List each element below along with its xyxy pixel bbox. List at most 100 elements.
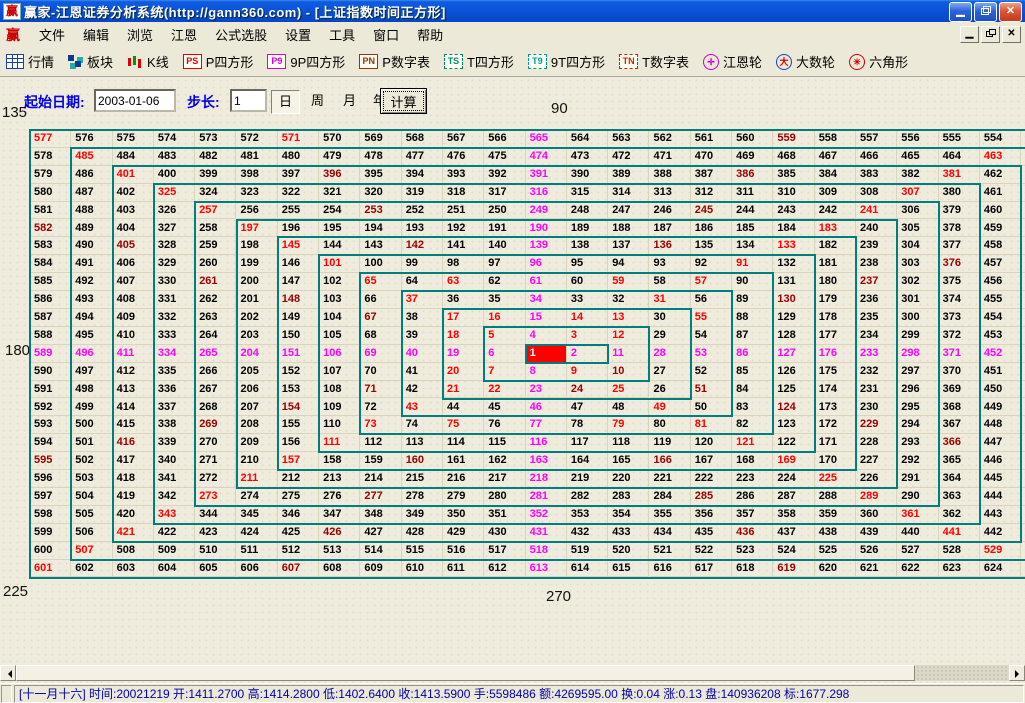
grid-cell[interactable]: 87 — [732, 327, 773, 345]
grid-cell[interactable]: 80 — [650, 416, 691, 434]
grid-cell[interactable]: 127 — [773, 345, 814, 363]
grid-cell[interactable]: 479 — [319, 148, 360, 166]
grid-cell[interactable]: 460 — [980, 202, 1021, 220]
grid-cell[interactable]: 366 — [939, 434, 980, 452]
grid-cell[interactable]: 290 — [897, 488, 938, 506]
grid-cell[interactable]: 83 — [732, 399, 773, 417]
grid-cell[interactable]: 5 — [484, 327, 525, 345]
grid-cell[interactable]: 139 — [526, 237, 567, 255]
grid-cell[interactable]: 189 — [567, 220, 608, 238]
grid-cell[interactable]: 97 — [484, 255, 525, 273]
grid-cell[interactable]: 223 — [732, 470, 773, 488]
grid-cell[interactable]: 44 — [443, 399, 484, 417]
grid-cell[interactable]: 358 — [773, 506, 814, 524]
grid-cell[interactable]: 586 — [30, 291, 71, 309]
grid-cell[interactable]: 521 — [650, 542, 691, 560]
grid-cell[interactable]: 214 — [360, 470, 401, 488]
grid-cell[interactable]: 429 — [443, 524, 484, 542]
grid-cell[interactable]: 148 — [278, 291, 319, 309]
grid-cell[interactable]: 356 — [691, 506, 732, 524]
menu-item-6[interactable]: 工具 — [320, 26, 364, 45]
grid-cell[interactable]: 243 — [773, 202, 814, 220]
grid-cell[interactable]: 391 — [526, 166, 567, 184]
grid-cell[interactable]: 26 — [650, 381, 691, 399]
grid-cell[interactable]: 307 — [897, 184, 938, 202]
grid-cell[interactable]: 255 — [278, 202, 319, 220]
grid-cell[interactable]: 96 — [526, 255, 567, 273]
grid-cell[interactable]: 31 — [650, 291, 691, 309]
grid-cell[interactable]: 193 — [402, 220, 443, 238]
grid-cell[interactable]: 593 — [30, 416, 71, 434]
grid-cell[interactable]: 134 — [732, 237, 773, 255]
grid-cell[interactable]: 52 — [691, 363, 732, 381]
grid-cell[interactable]: 569 — [360, 130, 401, 148]
grid-cell[interactable]: 561 — [691, 130, 732, 148]
grid-cell[interactable]: 352 — [526, 506, 567, 524]
grid-cell[interactable]: 172 — [815, 416, 856, 434]
grid-cell[interactable]: 208 — [237, 416, 278, 434]
grid-cell[interactable]: 355 — [650, 506, 691, 524]
grid-cell[interactable]: 58 — [650, 273, 691, 291]
grid-cell[interactable]: 506 — [71, 524, 112, 542]
grid-cell[interactable]: 62 — [484, 273, 525, 291]
grid-cell[interactable]: 426 — [319, 524, 360, 542]
grid-cell[interactable]: 511 — [237, 542, 278, 560]
grid-cell[interactable]: 266 — [195, 363, 236, 381]
grid-cell[interactable]: 37 — [402, 291, 443, 309]
grid-cell[interactable]: 60 — [567, 273, 608, 291]
grid-cell[interactable]: 510 — [195, 542, 236, 560]
grid-cell[interactable]: 131 — [773, 273, 814, 291]
grid-cell[interactable]: 305 — [897, 220, 938, 238]
period-button-月[interactable]: 月 — [336, 90, 363, 112]
grid-cell[interactable]: 104 — [319, 309, 360, 327]
grid-cell[interactable]: 45 — [484, 399, 525, 417]
grid-cell[interactable]: 410 — [113, 327, 154, 345]
grid-cell[interactable]: 581 — [30, 202, 71, 220]
grid-cell[interactable]: 260 — [195, 255, 236, 273]
grid-cell[interactable]: 524 — [773, 542, 814, 560]
grid-cell[interactable]: 331 — [154, 291, 195, 309]
grid-cell[interactable]: 218 — [526, 470, 567, 488]
grid-cell[interactable]: 30 — [650, 309, 691, 327]
grid-cell[interactable]: 415 — [113, 416, 154, 434]
grid-cell[interactable]: 610 — [402, 560, 443, 578]
grid-cell[interactable]: 534 — [1021, 470, 1025, 488]
grid-cell[interactable]: 512 — [278, 542, 319, 560]
grid-cell[interactable]: 21 — [443, 381, 484, 399]
grid-cell[interactable]: 443 — [980, 506, 1021, 524]
grid-cell[interactable]: 25 — [608, 381, 649, 399]
grid-cell[interactable]: 280 — [484, 488, 525, 506]
grid-cell[interactable]: 459 — [980, 220, 1021, 238]
grid-cell[interactable]: 51 — [691, 381, 732, 399]
grid-cell[interactable]: 532 — [1021, 506, 1025, 524]
grid-cell[interactable]: 95 — [567, 255, 608, 273]
grid-cell[interactable]: 523 — [732, 542, 773, 560]
grid-cell[interactable]: 161 — [443, 452, 484, 470]
grid-cell[interactable]: 158 — [319, 452, 360, 470]
grid-cell[interactable]: 481 — [237, 148, 278, 166]
grid-cell[interactable]: 485 — [71, 148, 112, 166]
toolbar-item-10[interactable]: 大大数轮 — [776, 52, 835, 71]
grid-cell[interactable]: 201 — [237, 291, 278, 309]
grid-cell[interactable]: 533 — [1021, 488, 1025, 506]
grid-cell[interactable]: 330 — [154, 273, 195, 291]
grid-cell[interactable]: 181 — [815, 255, 856, 273]
grid-cell[interactable]: 380 — [939, 184, 980, 202]
grid-cell[interactable]: 256 — [237, 202, 278, 220]
grid-cell[interactable]: 559 — [773, 130, 814, 148]
grid-cell[interactable]: 617 — [691, 560, 732, 578]
grid-cell[interactable]: 98 — [443, 255, 484, 273]
grid-cell[interactable]: 225 — [815, 470, 856, 488]
grid-cell[interactable]: 90 — [732, 273, 773, 291]
grid-cell[interactable]: 420 — [113, 506, 154, 524]
grid-cell[interactable]: 286 — [732, 488, 773, 506]
grid-cell[interactable]: 43 — [402, 399, 443, 417]
grid-cell[interactable]: 276 — [319, 488, 360, 506]
grid-cell[interactable]: 520 — [608, 542, 649, 560]
grid-cell[interactable]: 100 — [360, 255, 401, 273]
grid-cell[interactable]: 8 — [526, 363, 567, 381]
grid-cell[interactable]: 504 — [71, 488, 112, 506]
grid-cell[interactable]: 530 — [1021, 542, 1025, 560]
grid-cell[interactable]: 211 — [237, 470, 278, 488]
grid-cell[interactable]: 469 — [732, 148, 773, 166]
